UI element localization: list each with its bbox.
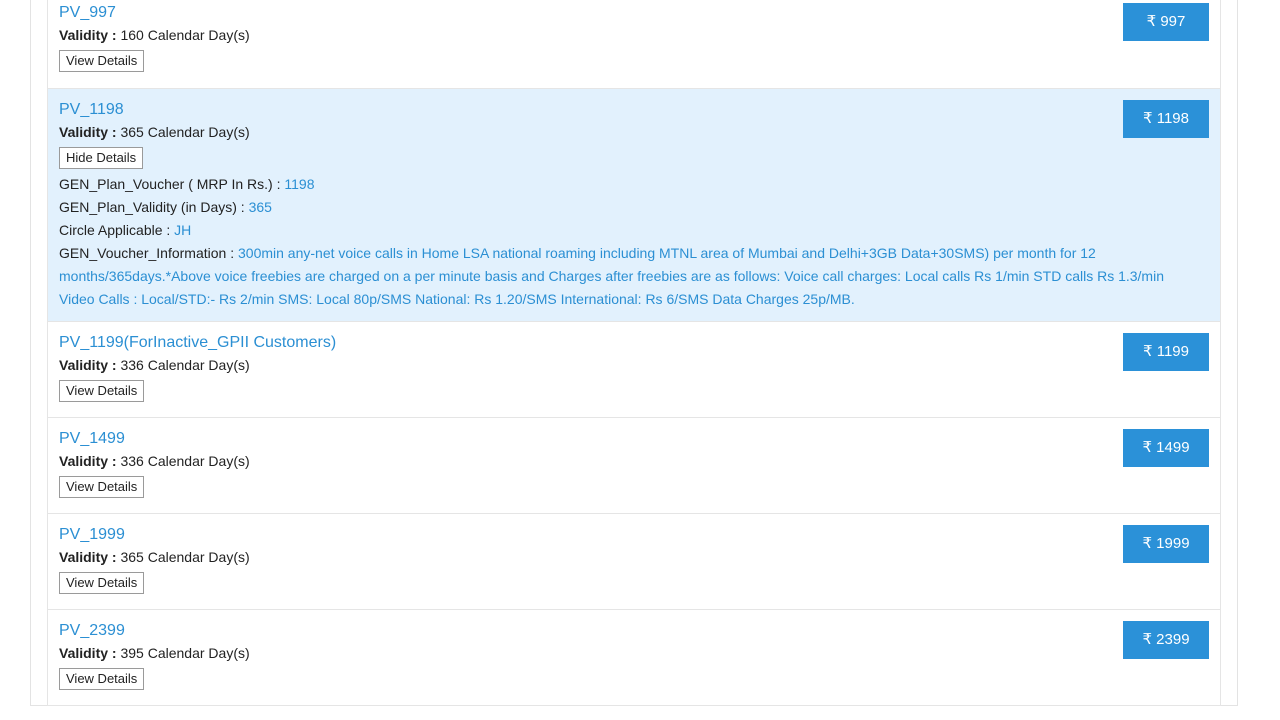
- plan-details: GEN_Plan_Voucher ( MRP In Rs.) : 1198 GE…: [59, 173, 1209, 311]
- validity-value: 395 Calendar Day(s): [120, 645, 250, 661]
- plan-validity: Validity : 160 Calendar Day(s): [59, 24, 1209, 46]
- plan-validity: Validity : 336 Calendar Day(s): [59, 354, 1209, 376]
- rupee-icon: ₹: [1143, 110, 1153, 127]
- price-button[interactable]: ₹ 1198: [1123, 100, 1209, 138]
- price-value: 1199: [1156, 343, 1189, 360]
- plan-name-link[interactable]: PV_2399: [59, 620, 1209, 642]
- view-details-button[interactable]: View Details: [59, 668, 145, 690]
- price-value: 2399: [1156, 631, 1190, 648]
- plan-name-link[interactable]: PV_997: [59, 2, 1209, 24]
- outer-border-left: [30, 0, 31, 706]
- validity-value: 160 Calendar Day(s): [120, 27, 250, 43]
- plan-card-expanded: PV_1198 Validity : 365 Calendar Day(s) H…: [47, 89, 1221, 322]
- plan-name-link[interactable]: PV_1198: [59, 99, 1209, 121]
- validity-label: Validity :: [59, 549, 117, 565]
- plan-validity: Validity : 395 Calendar Day(s): [59, 642, 1209, 664]
- plan-card: PV_1999 Validity : 365 Calendar Day(s) V…: [47, 514, 1221, 610]
- detail-mrp: GEN_Plan_Voucher ( MRP In Rs.) : 1198: [59, 173, 1209, 196]
- rupee-icon: ₹: [1143, 343, 1153, 360]
- plan-name-link[interactable]: PV_1199(ForInactive_GPII Customers): [59, 332, 1209, 354]
- rupee-icon: ₹: [1142, 439, 1152, 456]
- rupee-icon: ₹: [1146, 13, 1157, 30]
- outer-border-right: [1237, 0, 1238, 706]
- detail-mrp-label: GEN_Plan_Voucher ( MRP In Rs.) :: [59, 176, 281, 192]
- price-button[interactable]: ₹ 997: [1123, 3, 1209, 41]
- validity-value: 365 Calendar Day(s): [120, 549, 250, 565]
- price-button[interactable]: ₹ 1199: [1123, 333, 1209, 371]
- detail-info-label: GEN_Voucher_Information :: [59, 245, 235, 261]
- view-details-button[interactable]: View Details: [59, 380, 145, 402]
- rupee-icon: ₹: [1142, 535, 1152, 552]
- plan-card: PV_997 Validity : 160 Calendar Day(s) Vi…: [47, 0, 1221, 89]
- detail-mrp-value: 1198: [284, 176, 315, 192]
- price-value: 1999: [1156, 535, 1190, 552]
- price-value: 1499: [1156, 439, 1190, 456]
- price-button[interactable]: ₹ 1999: [1123, 525, 1209, 563]
- price-value: 1198: [1156, 110, 1189, 127]
- detail-validity-days-label: GEN_Plan_Validity (in Days) :: [59, 199, 245, 215]
- validity-label: Validity :: [59, 27, 117, 43]
- plan-card: PV_1499 Validity : 336 Calendar Day(s) V…: [47, 418, 1221, 514]
- validity-label: Validity :: [59, 453, 117, 469]
- plan-validity: Validity : 336 Calendar Day(s): [59, 450, 1209, 472]
- detail-validity-days-value: 365: [248, 199, 272, 215]
- validity-label: Validity :: [59, 357, 117, 373]
- detail-circle: Circle Applicable : JH: [59, 219, 1209, 242]
- detail-voucher-info: GEN_Voucher_Information : 300min any-net…: [59, 242, 1169, 311]
- price-button[interactable]: ₹ 1499: [1123, 429, 1209, 467]
- plan-name-link[interactable]: PV_1499: [59, 428, 1209, 450]
- validity-label: Validity :: [59, 124, 117, 140]
- price-value: 997: [1160, 13, 1186, 30]
- validity-value: 336 Calendar Day(s): [120, 453, 250, 469]
- plan-validity: Validity : 365 Calendar Day(s): [59, 121, 1209, 143]
- detail-circle-label: Circle Applicable :: [59, 222, 171, 238]
- plan-name-link[interactable]: PV_1999: [59, 524, 1209, 546]
- view-details-button[interactable]: View Details: [59, 572, 145, 594]
- view-details-button[interactable]: View Details: [59, 50, 145, 72]
- detail-validity-days: GEN_Plan_Validity (in Days) : 365: [59, 196, 1209, 219]
- scrollbar[interactable]: [1265, 0, 1280, 720]
- rupee-icon: ₹: [1142, 631, 1152, 648]
- hide-details-button[interactable]: Hide Details: [59, 147, 144, 169]
- plan-validity: Validity : 365 Calendar Day(s): [59, 546, 1209, 568]
- plan-list: PV_997 Validity : 160 Calendar Day(s) Vi…: [47, 0, 1221, 706]
- price-button[interactable]: ₹ 2399: [1123, 621, 1209, 659]
- detail-circle-value: JH: [174, 222, 192, 238]
- plan-card: PV_2399 Validity : 395 Calendar Day(s) V…: [47, 610, 1221, 706]
- plan-list-page: PV_997 Validity : 160 Calendar Day(s) Vi…: [0, 0, 1280, 720]
- plan-card: PV_1199(ForInactive_GPII Customers) Vali…: [47, 322, 1221, 418]
- validity-value: 336 Calendar Day(s): [120, 357, 250, 373]
- validity-label: Validity :: [59, 645, 117, 661]
- validity-value: 365 Calendar Day(s): [120, 124, 250, 140]
- view-details-button[interactable]: View Details: [59, 476, 145, 498]
